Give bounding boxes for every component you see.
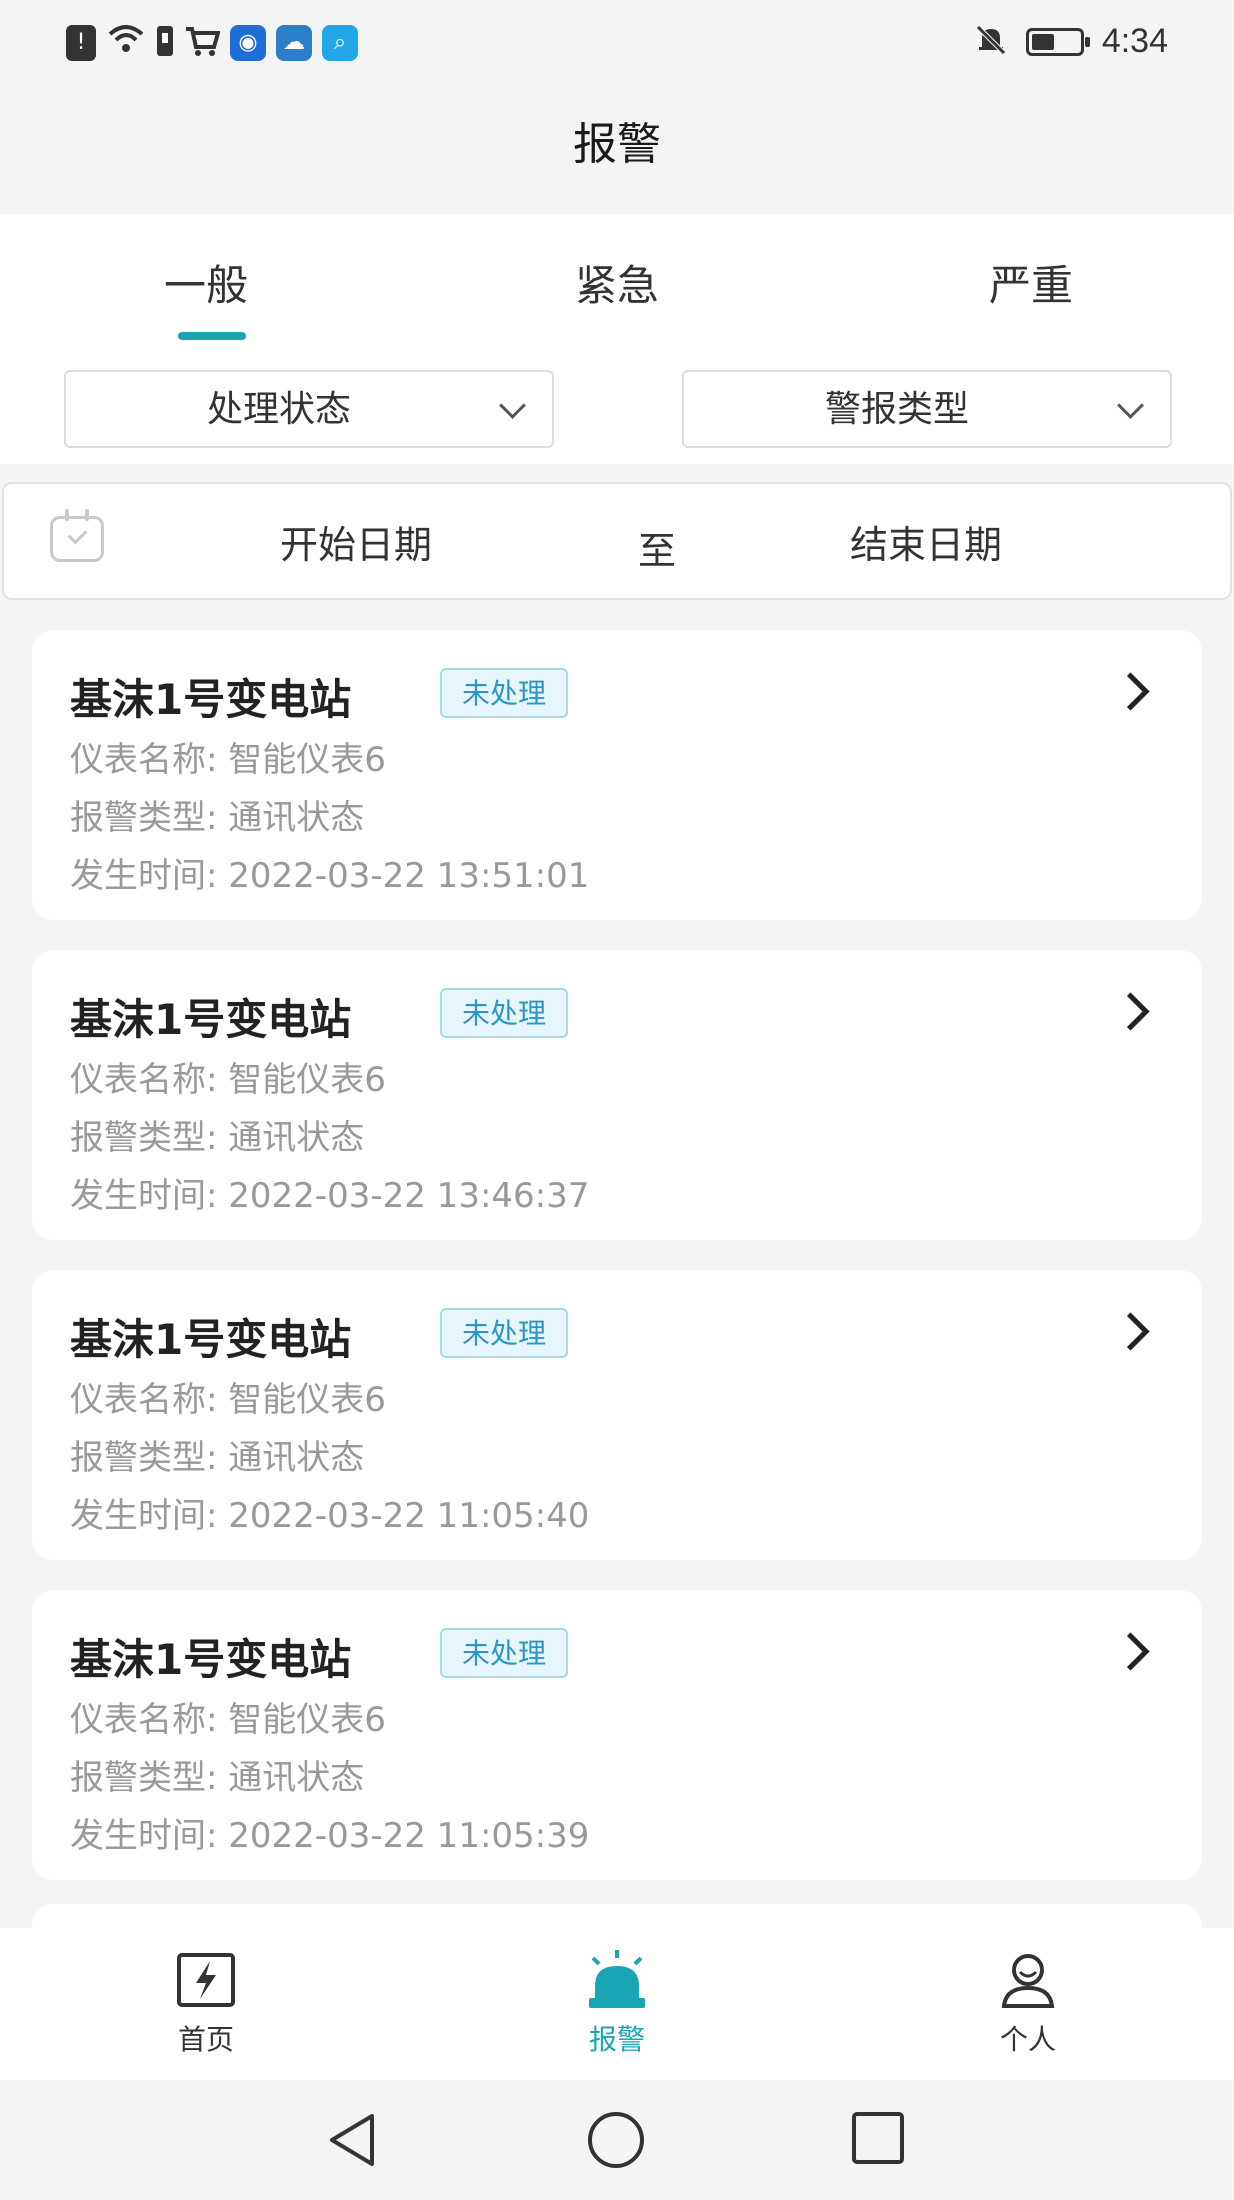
cloud-app-icon: ☁ — [276, 24, 312, 61]
chevron-right-icon[interactable] — [1111, 992, 1150, 1031]
station-name: 基沫1号变电站 — [70, 1635, 352, 1684]
station-name: 基沫1号变电站 — [70, 1315, 352, 1364]
date-separator: 至 — [638, 529, 677, 573]
calendar-icon[interactable] — [50, 509, 104, 562]
bulb-app-icon: ◉ — [230, 24, 266, 61]
nav-home-label: 首页 — [177, 2023, 234, 2056]
person-icon — [948, 1948, 1108, 2012]
active-tab-indicator — [178, 332, 246, 340]
type-row: 报警类型: 通讯状态 — [70, 1438, 365, 1478]
chevron-down-icon — [499, 392, 526, 419]
station-name: 基沫1号变电站 — [70, 995, 352, 1044]
type-select[interactable]: 警报类型 — [682, 370, 1172, 448]
end-date-field[interactable]: 结束日期 — [850, 514, 1002, 569]
nav-profile-label: 个人 — [999, 2023, 1056, 2056]
alarm-card[interactable]: 基沫1号变电站 未处理 仪表名称: 智能仪表6 报警类型: 通讯状态 发生时间:… — [32, 1270, 1202, 1560]
back-icon[interactable] — [324, 2110, 380, 2174]
type-row: 报警类型: 通讯状态 — [70, 798, 365, 838]
time-row: 发生时间: 2022-03-22 11:05:39 — [70, 1816, 590, 1856]
alarm-card[interactable]: 基沫1号变电站 未处理 仪表名称: 智能仪表6 报警类型: 通讯状态 发生时间:… — [32, 1590, 1202, 1880]
filter-bar: 处理状态 警报类型 — [0, 344, 1234, 464]
meter-row: 仪表名称: 智能仪表6 — [70, 1380, 386, 1420]
status-select[interactable]: 处理状态 — [64, 370, 554, 448]
tab-urgent[interactable]: 紧急 — [517, 252, 717, 313]
status-icons-right: 4:34 — [974, 22, 1168, 61]
header: 报警 — [0, 90, 1234, 214]
time-row: 发生时间: 2022-03-22 13:51:01 — [70, 856, 590, 896]
start-date-field[interactable]: 开始日期 — [280, 514, 432, 569]
tab-general[interactable]: 一般 — [106, 252, 306, 340]
meter-row: 仪表名称: 智能仪表6 — [70, 1700, 386, 1740]
status-badge: 未处理 — [440, 668, 569, 718]
type-row: 报警类型: 通讯状态 — [70, 1118, 365, 1158]
time-row: 发生时间: 2022-03-22 11:05:40 — [70, 1496, 590, 1536]
type-select-label: 警报类型 — [824, 389, 969, 430]
alarm-card[interactable]: 基沫1号变电站 未处理 仪表名称: 智能仪表6 报警类型: 通讯状态 发生时间:… — [32, 630, 1202, 920]
status-select-label: 处理状态 — [206, 389, 351, 430]
chevron-right-icon[interactable] — [1111, 1632, 1150, 1671]
recents-square-icon[interactable] — [850, 2110, 906, 2170]
status-badge: 未处理 — [440, 988, 569, 1038]
page-title: 报警 — [573, 119, 661, 170]
time-row: 发生时间: 2022-03-22 13:46:37 — [70, 1176, 590, 1216]
tab-severe[interactable]: 严重 — [931, 252, 1131, 313]
bottom-nav: 首页 报警 个人 — [0, 1928, 1234, 2080]
status-bar: ! ◉ ☁ ⌕ 4:34 — [0, 0, 1234, 90]
alert-icon: ! — [66, 24, 96, 61]
sim-icon — [156, 25, 174, 61]
home-circle-icon[interactable] — [586, 2110, 646, 2174]
wifi-icon — [106, 22, 146, 63]
tab-label: 一般 — [163, 261, 248, 310]
cart-icon — [184, 25, 221, 61]
system-nav-bar — [0, 2080, 1234, 2200]
chevron-right-icon[interactable] — [1111, 672, 1150, 711]
siren-icon — [537, 1948, 697, 2012]
search-app-icon: ⌕ — [322, 24, 358, 61]
nav-alarm[interactable]: 报警 — [537, 1948, 697, 2058]
tab-label: 严重 — [988, 261, 1073, 310]
status-icons-left: ! ◉ ☁ ⌕ — [66, 22, 358, 63]
chevron-right-icon[interactable] — [1111, 1312, 1150, 1351]
tab-label: 紧急 — [574, 261, 659, 310]
chevron-down-icon — [1117, 392, 1144, 419]
status-badge: 未处理 — [440, 1308, 569, 1358]
type-row: 报警类型: 通讯状态 — [70, 1758, 365, 1798]
nav-profile[interactable]: 个人 — [948, 1948, 1108, 2058]
meter-row: 仪表名称: 智能仪表6 — [70, 1060, 386, 1100]
meter-row: 仪表名称: 智能仪表6 — [70, 740, 386, 780]
station-name: 基沫1号变电站 — [70, 675, 352, 724]
date-range-picker: 开始日期 至 结束日期 — [2, 482, 1232, 600]
battery-icon — [1025, 27, 1090, 56]
mute-bell-icon — [974, 23, 1008, 61]
status-badge: 未处理 — [440, 1628, 569, 1678]
severity-tabs: 一般 紧急 严重 — [0, 214, 1234, 344]
clock: 4:34 — [1101, 22, 1168, 60]
alarm-card[interactable]: 基沫1号变电站 未处理 仪表名称: 智能仪表6 报警类型: 通讯状态 发生时间:… — [32, 950, 1202, 1240]
nav-alarm-label: 报警 — [588, 2023, 645, 2056]
nav-home[interactable]: 首页 — [126, 1948, 286, 2058]
home-bolt-icon — [126, 1948, 286, 2012]
